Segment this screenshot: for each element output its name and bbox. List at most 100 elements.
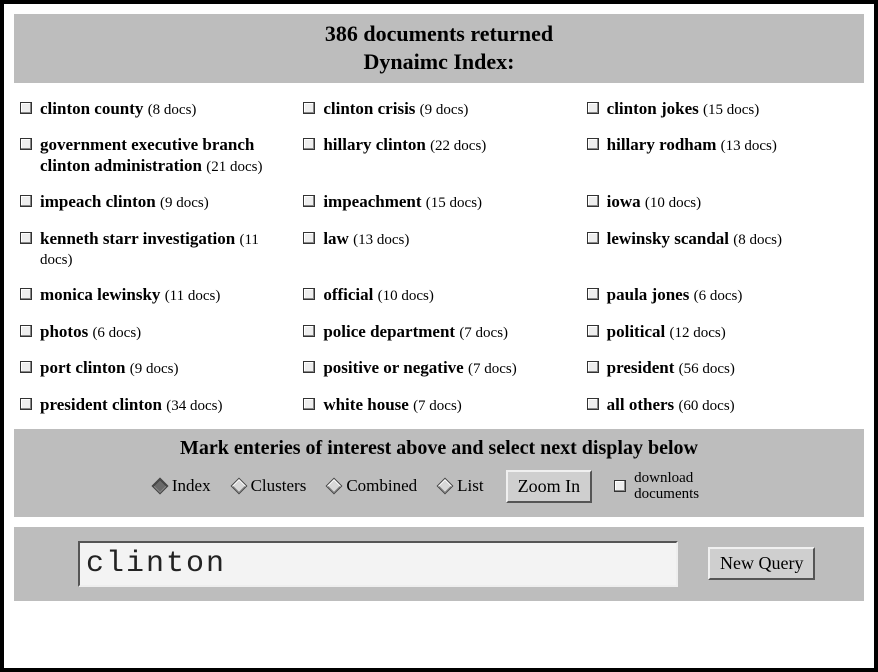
- index-item-count: (22 docs): [430, 138, 486, 154]
- index-item-text: paula jones (6 docs): [607, 285, 743, 305]
- index-item-text: clinton jokes (15 docs): [607, 99, 760, 119]
- index-item-text: police department (7 docs): [323, 322, 508, 342]
- new-query-button[interactable]: New Query: [708, 547, 815, 580]
- option-label: Clusters: [251, 476, 307, 496]
- query-bar: New Query: [14, 527, 864, 601]
- index-item[interactable]: law (13 docs): [303, 229, 574, 270]
- index-item-count: (60 docs): [678, 398, 734, 414]
- index-item-label: kenneth starr investigation: [40, 229, 235, 248]
- index-item-count: (9 docs): [130, 361, 179, 377]
- checkbox-icon: [614, 480, 626, 492]
- checkbox-icon: [303, 102, 315, 114]
- index-item[interactable]: hillary clinton (22 docs): [303, 135, 574, 176]
- display-option-index[interactable]: Index: [154, 476, 211, 496]
- index-item-count: (7 docs): [468, 361, 517, 377]
- index-item[interactable]: white house (7 docs): [303, 395, 574, 415]
- results-count-line: 386 documents returned: [14, 20, 864, 48]
- index-item[interactable]: iowa (10 docs): [587, 192, 858, 212]
- index-item-text: kenneth starr investigation (11 docs): [40, 229, 291, 270]
- index-item[interactable]: photos (6 docs): [20, 322, 291, 342]
- checkbox-icon: [587, 232, 599, 244]
- index-item-text: port clinton (9 docs): [40, 358, 178, 378]
- index-item-label: all others: [607, 395, 675, 414]
- index-item-count: (10 docs): [645, 195, 701, 211]
- index-item[interactable]: clinton county (8 docs): [20, 99, 291, 119]
- index-item-text: clinton county (8 docs): [40, 99, 196, 119]
- index-item-label: port clinton: [40, 358, 125, 377]
- index-item-text: law (13 docs): [323, 229, 409, 249]
- checkbox-icon: [20, 195, 32, 207]
- index-item-label: clinton jokes: [607, 99, 699, 118]
- zoom-in-button[interactable]: Zoom In: [506, 470, 593, 503]
- checkbox-icon: [303, 232, 315, 244]
- index-item-text: lewinsky scandal (8 docs): [607, 229, 782, 249]
- checkbox-icon: [587, 361, 599, 373]
- index-item-text: positive or negative (7 docs): [323, 358, 516, 378]
- checkbox-icon: [587, 195, 599, 207]
- checkbox-icon: [303, 195, 315, 207]
- checkbox-icon: [20, 138, 32, 150]
- index-item-count: (8 docs): [733, 232, 782, 248]
- checkbox-icon: [587, 102, 599, 114]
- index-item-label: hillary rodham: [607, 135, 717, 154]
- index-item[interactable]: port clinton (9 docs): [20, 358, 291, 378]
- index-item[interactable]: clinton jokes (15 docs): [587, 99, 858, 119]
- index-item-count: (7 docs): [459, 325, 508, 341]
- index-item[interactable]: all others (60 docs): [587, 395, 858, 415]
- index-item-count: (12 docs): [669, 325, 725, 341]
- index-item-text: all others (60 docs): [607, 395, 735, 415]
- index-item-count: (10 docs): [378, 288, 434, 304]
- index-item-count: (13 docs): [721, 138, 777, 154]
- display-option-combined[interactable]: Combined: [328, 476, 417, 496]
- checkbox-icon: [303, 138, 315, 150]
- index-item-label: positive or negative: [323, 358, 463, 377]
- index-item-count: (15 docs): [703, 102, 759, 118]
- checkbox-icon: [20, 102, 32, 114]
- index-item[interactable]: president clinton (34 docs): [20, 395, 291, 415]
- controls-title: Mark enteries of interest above and sele…: [22, 437, 856, 460]
- index-item[interactable]: impeach clinton (9 docs): [20, 192, 291, 212]
- index-item-count: (8 docs): [148, 102, 197, 118]
- option-label: Combined: [346, 476, 417, 496]
- download-documents-checkbox[interactable]: download documents: [614, 470, 724, 503]
- index-item[interactable]: monica lewinsky (11 docs): [20, 285, 291, 305]
- index-item[interactable]: official (10 docs): [303, 285, 574, 305]
- index-item-label: monica lewinsky: [40, 285, 160, 304]
- index-item[interactable]: impeachment (15 docs): [303, 192, 574, 212]
- index-item-label: impeach clinton: [40, 192, 156, 211]
- index-item-count: (13 docs): [353, 232, 409, 248]
- checkbox-icon: [20, 288, 32, 300]
- display-option-list[interactable]: List: [439, 476, 483, 496]
- spacer: [14, 517, 864, 527]
- index-item[interactable]: government executive branch clinton admi…: [20, 135, 291, 176]
- index-item[interactable]: kenneth starr investigation (11 docs): [20, 229, 291, 270]
- download-label: download documents: [634, 470, 724, 503]
- index-item-count: (9 docs): [420, 102, 469, 118]
- index-item-count: (21 docs): [206, 159, 262, 175]
- index-item-count: (9 docs): [160, 195, 209, 211]
- index-item[interactable]: clinton crisis (9 docs): [303, 99, 574, 119]
- checkbox-icon: [20, 325, 32, 337]
- checkbox-icon: [303, 361, 315, 373]
- index-item-count: (34 docs): [166, 398, 222, 414]
- index-item-label: law: [323, 229, 349, 248]
- index-item-label: paula jones: [607, 285, 690, 304]
- checkbox-icon: [20, 232, 32, 244]
- index-item[interactable]: president (56 docs): [587, 358, 858, 378]
- display-option-clusters[interactable]: Clusters: [233, 476, 307, 496]
- checkbox-icon: [20, 361, 32, 373]
- index-item-label: official: [323, 285, 373, 304]
- index-item[interactable]: positive or negative (7 docs): [303, 358, 574, 378]
- results-index-line: Dynaimc Index:: [14, 48, 864, 76]
- index-item-text: impeach clinton (9 docs): [40, 192, 209, 212]
- index-item-label: president clinton: [40, 395, 162, 414]
- index-item-text: clinton crisis (9 docs): [323, 99, 468, 119]
- index-item[interactable]: lewinsky scandal (8 docs): [587, 229, 858, 270]
- index-item[interactable]: paula jones (6 docs): [587, 285, 858, 305]
- checkbox-icon: [587, 288, 599, 300]
- index-item[interactable]: police department (7 docs): [303, 322, 574, 342]
- index-item[interactable]: political (12 docs): [587, 322, 858, 342]
- index-item-text: president clinton (34 docs): [40, 395, 223, 415]
- query-input[interactable]: [78, 541, 678, 587]
- index-item[interactable]: hillary rodham (13 docs): [587, 135, 858, 176]
